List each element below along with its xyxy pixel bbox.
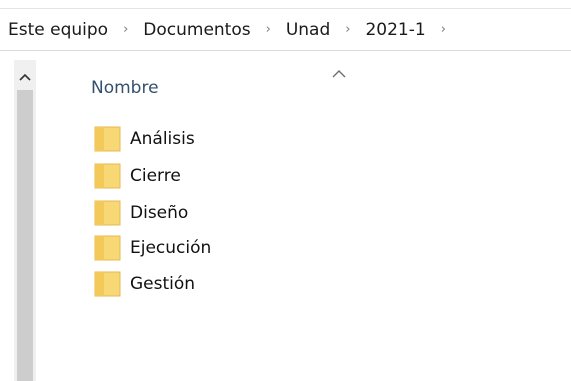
list-item-label: Gestión bbox=[130, 274, 196, 294]
folder-icon bbox=[94, 126, 121, 152]
window-top-strip bbox=[0, 0, 571, 9]
breadcrumb-item-unad[interactable]: Unad bbox=[284, 20, 332, 40]
list-item[interactable]: Ejecución bbox=[94, 233, 294, 263]
list-item[interactable]: Análisis bbox=[94, 124, 294, 154]
list-item-label: Diseño bbox=[130, 203, 189, 223]
list-item-label: Cierre bbox=[130, 166, 181, 186]
folder-icon bbox=[94, 163, 121, 189]
scroll-up-arrow-icon[interactable] bbox=[14, 68, 36, 86]
scrollbar-thumb[interactable] bbox=[17, 90, 33, 381]
list-item-label: Ejecución bbox=[130, 238, 212, 258]
folder-icon bbox=[94, 235, 121, 261]
list-item-label: Análisis bbox=[130, 129, 195, 149]
list-item[interactable]: Gestión bbox=[94, 269, 294, 299]
chevron-right-icon[interactable]: › bbox=[253, 22, 284, 37]
sort-ascending-icon bbox=[331, 64, 347, 78]
breadcrumb-item-2021-1[interactable]: 2021-1 bbox=[363, 20, 427, 40]
breadcrumb-item-este-equipo[interactable]: Este equipo bbox=[6, 20, 110, 40]
list-item[interactable]: Cierre bbox=[94, 161, 294, 191]
chevron-right-icon[interactable]: › bbox=[110, 22, 141, 37]
list-item[interactable]: Diseño bbox=[94, 198, 294, 228]
folder-icon bbox=[94, 271, 121, 297]
chevron-right-icon[interactable]: › bbox=[332, 22, 363, 37]
column-header-nombre[interactable]: Nombre bbox=[91, 78, 159, 98]
breadcrumb-item-documentos[interactable]: Documentos bbox=[141, 20, 252, 40]
chevron-right-icon[interactable]: › bbox=[428, 22, 459, 37]
breadcrumb: Este equipo › Documentos › Unad › 2021-1… bbox=[0, 9, 571, 51]
folder-icon bbox=[94, 200, 121, 226]
vertical-scrollbar[interactable] bbox=[14, 60, 36, 381]
